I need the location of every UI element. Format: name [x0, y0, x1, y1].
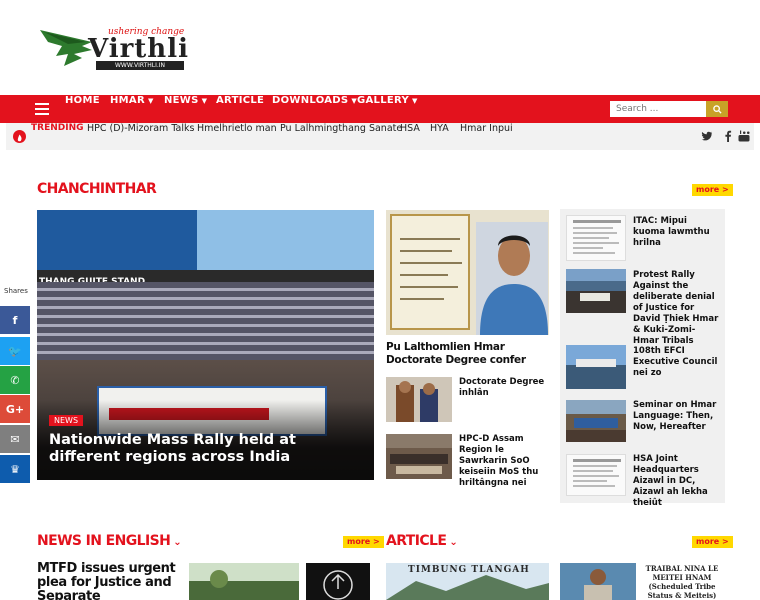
article-thumbnail[interactable]: [189, 563, 299, 600]
facebook-icon: f: [12, 313, 18, 327]
nav-item-article[interactable]: ARTICLE: [216, 95, 264, 123]
wing-logo-icon: [40, 30, 92, 66]
trending-icon: [13, 130, 26, 143]
featured-title[interactable]: Nationwide Mass Rally held at different …: [49, 432, 359, 466]
article-title[interactable]: ITAC: Mipui kuoma lawmthu hrilna: [633, 216, 721, 249]
twitter-icon[interactable]: [701, 130, 713, 142]
article-thumbnail[interactable]: [566, 345, 626, 389]
nav-item-news[interactable]: NEWS ▼: [164, 95, 207, 123]
hamburger-menu-icon[interactable]: [35, 103, 49, 115]
article-title[interactable]: Pu Lalthomlien Hmar Doctorate Degree con…: [386, 341, 551, 367]
nav-item-gallery[interactable]: GALLERY ▼: [357, 95, 418, 123]
article-cover-text[interactable]: TRAIBAL NINA LE MEITEI HNAM (Scheduled T…: [640, 564, 724, 600]
category-badge[interactable]: NEWS: [49, 415, 84, 426]
trending-item[interactable]: Hmar Inpui: [460, 123, 513, 134]
search-icon: [712, 104, 722, 114]
logo-wordmark: Virthli: [88, 34, 189, 64]
article-thumbnail[interactable]: [566, 269, 626, 313]
share-whatsapp-button[interactable]: ✆: [0, 366, 30, 394]
certificate-image: [390, 214, 470, 330]
nav-item-downloads[interactable]: DOWNLOADS ▼: [272, 95, 357, 123]
twitter-icon: 🐦: [8, 344, 22, 358]
article-thumbnail[interactable]: [566, 454, 626, 496]
site-logo[interactable]: ushering change Virthli WWW.VIRTHLI.IN: [38, 24, 188, 72]
trending-item[interactable]: HPC (D)-Mizoram Talks: [87, 123, 194, 134]
more-button[interactable]: more >: [692, 184, 733, 196]
more-button[interactable]: more >: [343, 536, 384, 548]
featured-article[interactable]: THANG GUITE STAND NEWS Nationwide Mass R…: [37, 210, 374, 480]
trending-item[interactable]: Pu Lalhmingthang Sanate: [280, 123, 402, 134]
featured-image-stand: [37, 210, 197, 278]
article-title[interactable]: MTFD issues urgent plea for Justice and …: [37, 562, 177, 600]
youtube-icon[interactable]: [738, 130, 750, 142]
sumo-icon: ♛: [10, 462, 20, 476]
trending-item[interactable]: HSA: [400, 123, 420, 134]
email-icon: ✉: [10, 432, 20, 446]
article-title[interactable]: 108th EFCI Executive Council nei zo: [633, 346, 721, 379]
trending-item[interactable]: Hmelhrietlo man: [197, 123, 277, 134]
person-photo: [476, 222, 548, 335]
article-thumbnail[interactable]: [306, 563, 370, 600]
share-facebook-button[interactable]: f: [0, 306, 30, 334]
article-title[interactable]: Protest Rally Against the deliberate den…: [633, 270, 721, 347]
nav-item-hmar[interactable]: HMAR ▼: [110, 95, 154, 123]
featured-image-seats: [37, 282, 374, 362]
article-thumbnail[interactable]: TIMBUNG TLANGAH: [386, 563, 549, 600]
chevron-down-icon: ⌄: [449, 537, 458, 548]
share-google-plus-button[interactable]: G+: [0, 395, 30, 423]
google-plus-icon: G+: [5, 402, 25, 416]
nav-item-home[interactable]: HOME: [65, 95, 100, 123]
caret-down-icon: ▼: [147, 97, 154, 105]
page: ushering change Virthli WWW.VIRTHLI.IN H…: [0, 0, 760, 600]
section-title-chanchinthar[interactable]: CHANCHINTHAR: [37, 181, 157, 197]
caret-down-icon: ▼: [201, 97, 208, 105]
article-thumbnail[interactable]: [566, 400, 626, 442]
logo-url: WWW.VIRTHLI.IN: [96, 61, 184, 70]
main-nav: HOME HMAR ▼ NEWS ▼ ARTICLE DOWNLOADS ▼ GALL…: [0, 95, 760, 123]
shares-label: Shares: [4, 287, 28, 295]
article-title[interactable]: Doctorate Degree inhlân: [459, 377, 551, 399]
search-button[interactable]: [706, 101, 728, 117]
article-thumbnail[interactable]: [386, 377, 452, 422]
share-twitter-button[interactable]: 🐦: [0, 337, 30, 365]
section-title-news-in-english[interactable]: NEWS IN ENGLISH ⌄: [37, 533, 182, 549]
search-input[interactable]: [610, 101, 706, 117]
trending-bar: TRENDING HPC (D)-Mizoram Talks Hmelhriet…: [6, 123, 754, 150]
caret-down-icon: ▼: [412, 97, 418, 105]
article-thumbnail[interactable]: [566, 215, 626, 261]
chevron-down-icon: ⌄: [173, 537, 181, 548]
article-title[interactable]: HPC-D Assam Region le Sawrkarin SoO keis…: [459, 434, 551, 489]
facebook-icon[interactable]: [722, 130, 734, 142]
trending-label: TRENDING: [31, 123, 84, 133]
latest-list: ITAC: Mipui kuoma lawmthu hrilna Protest…: [560, 209, 725, 508]
section-title-article[interactable]: ARTICLE ⌄: [386, 533, 458, 549]
article-title[interactable]: HSA Joint Headquarters Aizawl in DC, Aiz…: [633, 454, 721, 509]
trending-item[interactable]: HYA: [430, 123, 449, 134]
article-thumbnail[interactable]: [386, 434, 452, 479]
article-thumbnail[interactable]: [560, 563, 636, 600]
article-title[interactable]: Seminar on Hmar Language: Then, Now, Her…: [633, 400, 721, 433]
article-thumbnail[interactable]: [386, 210, 549, 335]
whatsapp-icon: ✆: [10, 373, 20, 387]
share-sumo-button[interactable]: ♛: [0, 455, 30, 483]
more-button[interactable]: more >: [692, 536, 733, 548]
share-email-button[interactable]: ✉: [0, 425, 30, 453]
